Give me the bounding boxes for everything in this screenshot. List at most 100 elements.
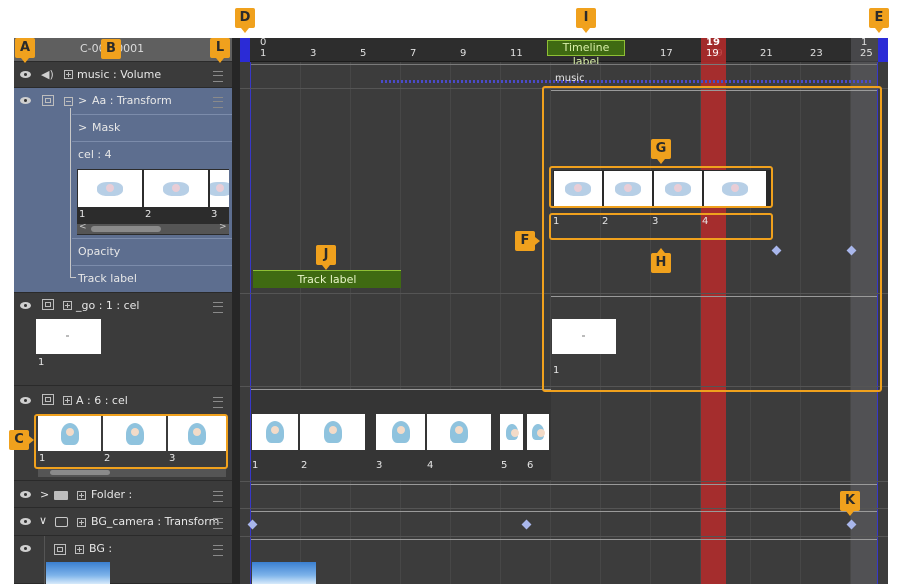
ruler-top-label: 1 xyxy=(861,37,868,48)
cel-thumbnail[interactable] xyxy=(500,414,523,450)
cel-number: 5 xyxy=(501,460,508,471)
layer-row-folder[interactable]: > Folder : xyxy=(14,481,232,508)
expand-plus-icon[interactable] xyxy=(63,396,72,405)
layer-name: Aa : Transform xyxy=(92,94,172,107)
aa-cel-thumbnails[interactable]: 1 2 3 < > xyxy=(77,169,229,235)
chevron-right-icon[interactable]: > xyxy=(40,488,49,501)
image-icon xyxy=(54,544,66,555)
visibility-eye-icon[interactable] xyxy=(18,70,34,80)
cel-number: 6 xyxy=(527,460,534,471)
cel-frame-icon xyxy=(42,299,54,310)
cel-thumbnail[interactable] xyxy=(252,414,298,450)
track-label-label: Track label xyxy=(78,272,137,285)
cel-number: 2 xyxy=(301,460,308,471)
cel-thumbnail[interactable] xyxy=(427,414,491,450)
expand-plus-icon[interactable] xyxy=(77,518,86,527)
current-frame-number: 19 xyxy=(706,37,720,48)
bg-thumbnail[interactable] xyxy=(252,562,316,584)
layer-row-aa[interactable]: > Aa : Transform > Mask cel : 4 1 2 3 < … xyxy=(14,88,232,293)
callout-f: F xyxy=(515,231,540,251)
ruler-frame-label: 23 xyxy=(810,48,823,59)
cel-number: 2 xyxy=(145,209,152,220)
track-label-row[interactable]: Track label xyxy=(72,265,232,292)
range-start-marker[interactable] xyxy=(240,38,250,62)
layer-name: BG : xyxy=(89,542,113,555)
layer-row-go[interactable]: _go : 1 : cel 1 xyxy=(14,293,232,386)
tree-line xyxy=(44,536,45,584)
cel-thumbnail[interactable] xyxy=(210,170,229,207)
menu-icon[interactable] xyxy=(213,97,223,108)
bg-thumbnail[interactable] xyxy=(46,562,110,584)
ruler-frame-label: 5 xyxy=(360,48,367,59)
menu-icon[interactable] xyxy=(213,302,223,313)
thumbnail-scrollbar[interactable] xyxy=(38,468,226,477)
opacity-row[interactable]: Opacity xyxy=(72,238,232,265)
menu-icon[interactable] xyxy=(213,71,223,82)
timeline-label[interactable]: Timeline label xyxy=(547,40,625,68)
cel-thumbnail[interactable] xyxy=(376,414,425,450)
folder-track[interactable] xyxy=(251,484,877,506)
chevron-right-icon[interactable]: > xyxy=(78,94,87,107)
cel-count-label: cel : 4 xyxy=(78,148,112,161)
menu-icon[interactable] xyxy=(213,397,223,408)
mask-row[interactable]: > Mask xyxy=(72,114,232,141)
callout-l: L xyxy=(210,38,230,63)
chevron-down-icon[interactable]: ∨ xyxy=(39,514,47,527)
visibility-eye-icon[interactable] xyxy=(18,490,34,500)
thumbnail-scrollbar[interactable]: < > xyxy=(77,222,229,234)
scroll-right-arrow-icon[interactable]: > xyxy=(219,222,227,232)
cel-thumbnail[interactable] xyxy=(527,414,549,450)
ruler-top-label: 0 xyxy=(260,37,267,48)
layer-row-music[interactable]: ◀) music : Volume xyxy=(14,62,232,88)
track-label-bar[interactable]: Track label xyxy=(253,270,401,288)
highlight-box-g xyxy=(549,166,773,208)
expand-plus-icon[interactable] xyxy=(75,545,84,554)
ruler-frame-label: 11 xyxy=(510,48,523,59)
expand-plus-icon[interactable] xyxy=(77,491,86,500)
scrollbar-thumb[interactable] xyxy=(50,470,110,475)
bg-track[interactable] xyxy=(251,539,877,584)
camera-icon xyxy=(55,517,68,527)
cel-row: cel : 4 xyxy=(72,141,232,167)
cel-thumbnail[interactable] xyxy=(36,319,101,354)
ruler-frame-label: 1 xyxy=(260,48,267,59)
scrollbar-thumb[interactable] xyxy=(91,226,161,232)
visibility-eye-icon[interactable] xyxy=(18,396,34,406)
callout-e: E xyxy=(869,8,889,33)
track-label-bar-text: Track label xyxy=(297,273,357,286)
expand-plus-icon[interactable] xyxy=(64,70,73,79)
layer-name: BG_camera : Transform xyxy=(91,515,220,528)
layer-name: Folder : xyxy=(91,488,133,501)
waveform xyxy=(381,80,871,83)
visibility-eye-icon[interactable] xyxy=(18,301,34,311)
row-separator xyxy=(240,536,888,537)
ruler-frame-label: 17 xyxy=(660,48,673,59)
music-track[interactable]: music xyxy=(251,64,877,86)
chevron-right-icon[interactable]: > xyxy=(78,121,87,134)
range-end-marker[interactable] xyxy=(878,38,888,62)
layer-row-bg[interactable]: BG : xyxy=(14,536,232,584)
menu-icon[interactable] xyxy=(213,518,223,529)
visibility-eye-icon[interactable] xyxy=(18,96,34,106)
visibility-eye-icon[interactable] xyxy=(18,517,34,527)
layer-row-bg-camera[interactable]: ∨ BG_camera : Transform xyxy=(14,508,232,536)
cel-thumbnail[interactable] xyxy=(78,170,142,207)
bg-camera-track[interactable] xyxy=(251,511,877,533)
cel-thumbnail[interactable] xyxy=(144,170,208,207)
tree-line xyxy=(70,108,71,278)
cel-number: 1 xyxy=(252,460,259,471)
layer-name: A : 6 : cel xyxy=(76,394,128,407)
menu-icon[interactable] xyxy=(213,545,223,556)
scroll-left-arrow-icon[interactable]: < xyxy=(79,222,87,232)
cel-number: 3 xyxy=(211,209,218,220)
layer-name: music : Volume xyxy=(77,68,162,81)
cel-frame-icon xyxy=(42,394,54,405)
collapse-minus-icon[interactable] xyxy=(64,97,73,106)
visibility-eye-icon[interactable] xyxy=(18,544,34,554)
cel-thumbnail[interactable] xyxy=(300,414,365,450)
panel-divider[interactable] xyxy=(232,38,240,584)
expand-plus-icon[interactable] xyxy=(63,301,72,310)
cel-number: 3 xyxy=(376,460,383,471)
folder-icon xyxy=(54,491,68,500)
menu-icon[interactable] xyxy=(213,491,223,502)
